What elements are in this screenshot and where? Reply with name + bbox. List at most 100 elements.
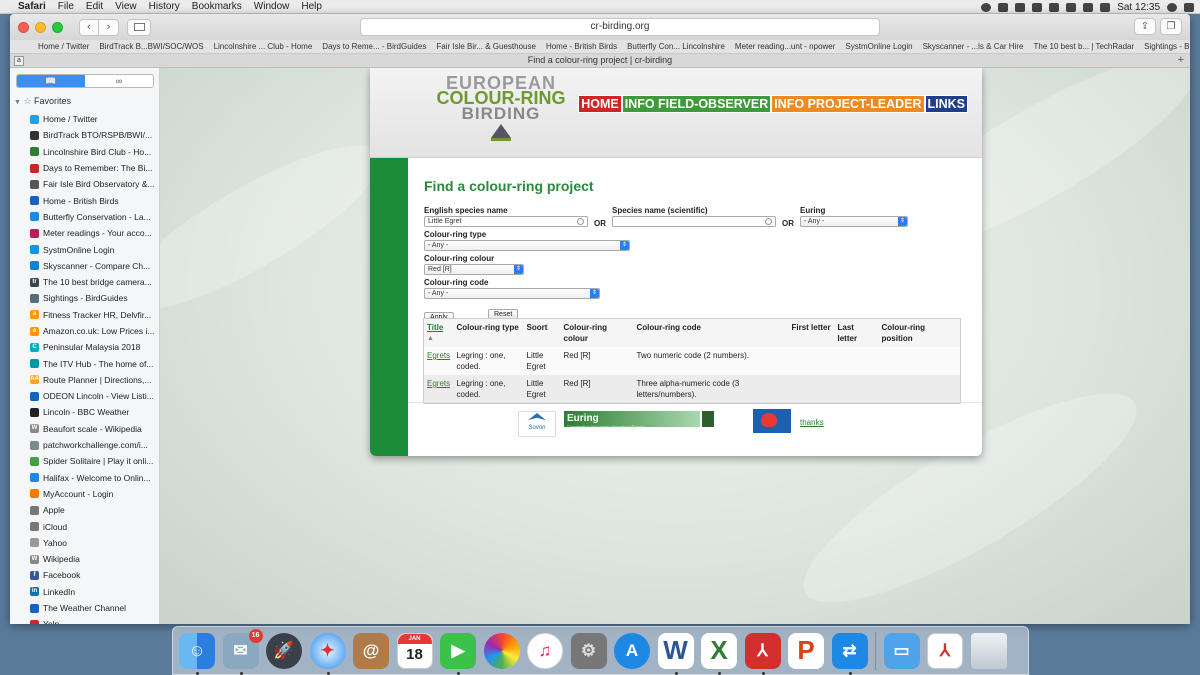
menu-bookmarks[interactable]: Bookmarks: [192, 1, 242, 12]
notification-center-icon[interactable]: [1184, 2, 1194, 12]
bookmark-item[interactable]: Butterfly Con... Lincolnshire: [627, 42, 725, 51]
sidebar-favorite-item[interactable]: tr The 10 best bridge camera...: [10, 274, 159, 290]
sidebar-toggle-button[interactable]: [127, 18, 151, 36]
clear-input-icon[interactable]: [765, 218, 772, 225]
trash-icon[interactable]: [970, 632, 1007, 669]
forward-button[interactable]: ›: [99, 18, 119, 36]
nav-info-field-observer[interactable]: INFO FIELD-OBSERVER: [621, 95, 772, 113]
system-preferences-icon[interactable]: ⚙: [570, 632, 607, 669]
contacts-icon[interactable]: @: [353, 632, 389, 669]
sidebar-favorite-item[interactable]: BirdTrack BTO/RSPB/BWI/...: [10, 127, 159, 143]
sidebar-favorite-item[interactable]: f Facebook: [10, 567, 159, 583]
bookmark-item[interactable]: The 10 best b... | TechRadar: [1033, 42, 1134, 51]
bookmark-item[interactable]: Home - British Birds: [546, 42, 617, 51]
sidebar-favorite-item[interactable]: Lincolnshire Bird Club - Ho...: [10, 144, 159, 160]
bookmark-item[interactable]: Days to Reme... - BirdGuides: [322, 42, 426, 51]
bookmark-item[interactable]: Fair Isle Bir... & Guesthouse: [436, 42, 536, 51]
app-store-icon[interactable]: A: [614, 632, 650, 669]
sidebar-favorite-item[interactable]: AA Route Planner | Directions,...: [10, 372, 159, 388]
airplay-tray-icon[interactable]: [1049, 2, 1060, 12]
menu-clock[interactable]: Sat 12:35: [1117, 2, 1160, 13]
minimize-window-button[interactable]: [35, 21, 46, 33]
address-bar[interactable]: cr-birding.org: [360, 18, 880, 36]
close-window-button[interactable]: [18, 21, 29, 33]
english-species-input[interactable]: Little Egret: [424, 216, 588, 227]
safari-icon[interactable]: ✦: [309, 632, 346, 675]
powerpoint-icon[interactable]: P: [788, 632, 824, 669]
share-button[interactable]: ⇪: [1134, 18, 1156, 35]
nav-info-project-leader[interactable]: INFO PROJECT-LEADER: [771, 95, 925, 113]
bookmarks-tab-icon[interactable]: 📖: [17, 75, 85, 87]
calendar-icon[interactable]: JAN 18: [396, 632, 433, 669]
reading-list-tab-icon[interactable]: ∞: [85, 75, 153, 87]
fullscreen-window-button[interactable]: [52, 21, 63, 33]
sidebar-favorite-item[interactable]: W Beaufort scale - Wikipedia: [10, 421, 159, 437]
skype-tray-icon[interactable]: [1015, 2, 1026, 12]
sidebar-favorite-item[interactable]: a Fitness Tracker HR, Delvfir...: [10, 307, 159, 323]
sidebar-favorite-item[interactable]: Sightings - BirdGuides: [10, 290, 159, 306]
sidebar-favorite-item[interactable]: Spider Solitaire | Play it onli...: [10, 453, 159, 469]
ring-type-select[interactable]: - Any - ⇕: [424, 240, 630, 251]
sidebar-favorite-item[interactable]: SystmOnline Login: [10, 241, 159, 257]
word-icon[interactable]: W: [657, 632, 694, 675]
bluetooth-tray-icon[interactable]: [1032, 2, 1043, 12]
sidebar-favorite-item[interactable]: ODEON Lincoln - View Listi...: [10, 388, 159, 404]
sidebar-favorite-item[interactable]: The Weather Channel: [10, 600, 159, 616]
teamviewer-icon[interactable]: ⇄: [831, 632, 868, 675]
finder-icon[interactable]: ☺: [179, 632, 215, 675]
bookmark-item[interactable]: Meter reading...unt - npower: [735, 42, 836, 51]
teamviewer-tray-icon[interactable]: [981, 2, 992, 12]
menu-edit[interactable]: Edit: [86, 1, 103, 12]
sidebar-favorite-item[interactable]: Skyscanner - Compare Ch...: [10, 258, 159, 274]
photos-icon[interactable]: [483, 632, 520, 669]
sidebar-favorite-item[interactable]: Days to Remember: The Bi...: [10, 160, 159, 176]
facetime-icon[interactable]: ▶: [440, 632, 476, 675]
sidebar-favorite-item[interactable]: C Peninsular Malaysia 2018: [10, 339, 159, 355]
excel-icon[interactable]: X: [701, 632, 737, 675]
ring-code-select[interactable]: - Any - ⇕: [424, 288, 600, 299]
nav-links[interactable]: LINKS: [924, 95, 968, 113]
mail-icon[interactable]: ✉ 16: [222, 628, 263, 675]
itunes-icon[interactable]: ♫: [527, 632, 563, 669]
volume-tray-icon[interactable]: [1083, 2, 1094, 12]
sidebar-favorite-item[interactable]: Yelp: [10, 616, 159, 624]
menu-help[interactable]: Help: [301, 1, 322, 12]
sidebar-favorite-item[interactable]: Apple: [10, 502, 159, 518]
new-tab-button[interactable]: +: [1178, 54, 1184, 67]
sidebar-favorite-item[interactable]: iCloud: [10, 518, 159, 534]
euring-logo[interactable]: Euring Coordinating bird ringing through…: [564, 411, 700, 429]
dropbox-tray-icon[interactable]: [998, 2, 1009, 12]
sidebar-favorite-item[interactable]: Home - British Birds: [10, 192, 159, 208]
menu-app-name[interactable]: Safari: [18, 1, 46, 12]
sovon-logo[interactable]: Sovon: [518, 411, 556, 437]
clear-input-icon[interactable]: [577, 218, 584, 225]
sidebar-favorite-item[interactable]: Meter readings - Your acco...: [10, 225, 159, 241]
sidebar-favorite-item[interactable]: The ITV Hub - The home of...: [10, 355, 159, 371]
sidebar-favorite-item[interactable]: W Wikipedia: [10, 551, 159, 567]
bookmark-item[interactable]: Skyscanner - ...ls & Car Hire: [923, 42, 1024, 51]
pdf-icon[interactable]: ⅄: [927, 632, 963, 669]
ring-colour-select[interactable]: Red [R] ⇕: [424, 264, 524, 275]
project-link[interactable]: Egrets: [427, 379, 450, 388]
back-button[interactable]: ‹: [79, 18, 99, 36]
bookmark-item[interactable]: Sightings - BirdGuides: [1144, 42, 1190, 51]
site-logo[interactable]: EUROPEAN COLOUR-RING BIRDING: [436, 74, 566, 141]
bookmark-item[interactable]: Home / Twitter: [38, 42, 89, 51]
sidebar-favorite-item[interactable]: Yahoo: [10, 535, 159, 551]
active-tab[interactable]: Find a colour-ring project | cr-birding: [528, 55, 672, 65]
show-tabs-button[interactable]: ❐: [1160, 18, 1182, 35]
bookmark-item[interactable]: Lincolnshire ... Club - Home: [214, 42, 313, 51]
scientific-species-input[interactable]: [612, 216, 776, 227]
aes-logo[interactable]: [753, 409, 791, 433]
sidebar-favorite-item[interactable]: Lincoln - BBC Weather: [10, 404, 159, 420]
sidebar-favorite-item[interactable]: a Amazon.co.uk: Low Prices i...: [10, 323, 159, 339]
sidebar-favorite-item[interactable]: Butterfly Conservation - La...: [10, 209, 159, 225]
spotlight-icon[interactable]: [1167, 2, 1177, 12]
menu-history[interactable]: History: [149, 1, 180, 12]
sidebar-favorite-item[interactable]: Home / Twitter: [10, 111, 159, 127]
sort-title-link[interactable]: Title: [427, 323, 443, 332]
sidebar-favorite-item[interactable]: Fair Isle Bird Observatory &...: [10, 176, 159, 192]
menu-window[interactable]: Window: [254, 1, 290, 12]
sidebar-favorite-item[interactable]: patchworkchallenge.com/i...: [10, 437, 159, 453]
menu-view[interactable]: View: [115, 1, 137, 12]
